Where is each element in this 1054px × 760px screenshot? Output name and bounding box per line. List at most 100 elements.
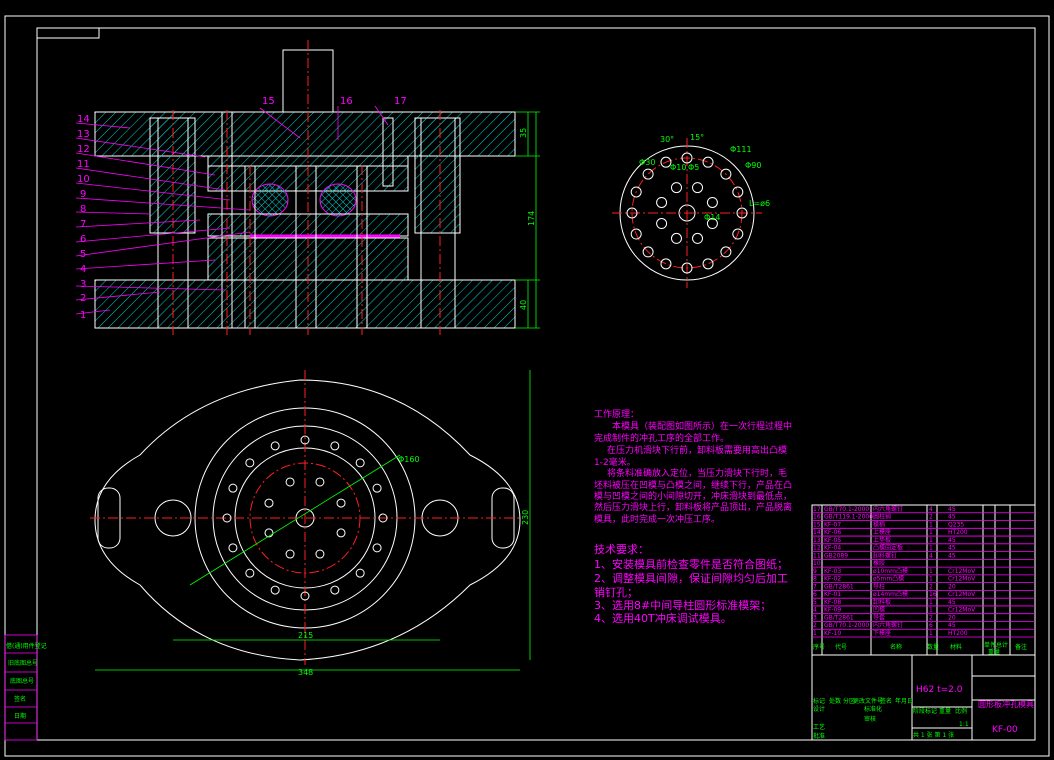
bom-cell: 橡胶 [873,559,885,567]
dim-d30: Φ30 [639,158,655,167]
bom-cell: Cr12MoV [948,568,976,575]
bom-cell: 1 [929,576,933,583]
bom-cell: GB2089 [824,552,848,559]
part-label: 7 [80,219,86,230]
bom-cell: 1 [929,521,933,528]
bom-cell: KF-06 [824,529,841,536]
bom-header: 序号 [813,643,825,651]
note-line: 本模具（装配图如图所示）在一次行程过程中 [612,420,792,432]
bom-cell: 45 [948,552,956,559]
bom-cell: KF-09 [824,607,841,614]
bom-cell: KF-03 [824,568,841,575]
bom-cell: KF-02 [824,576,841,583]
bom-cell: Q235 [948,521,964,528]
bom-cell: 圆柱销 [873,513,891,521]
bom-cell: 6 [813,591,817,598]
scale: 1:1 [959,721,969,728]
stage-header: 阶段标记 [913,707,937,715]
bom-cell: 1 [929,607,933,614]
bom-cell: GB/T119.1-2000 [824,514,873,521]
bom-weight-label: 重量 [988,648,1000,656]
revision-header: 签名 [880,697,892,705]
bom-cell: 4 [929,552,933,559]
bom-cell: 卸料板 [873,598,891,606]
dim-angle-30: 30° [660,135,674,144]
bom-cell: 2 [929,583,933,590]
bom-cell: KF-10 [824,630,841,637]
bom-cell: Cr12MoV [948,591,976,598]
bom-cell: 14 [813,529,821,536]
note-line: 将条料准确放入定位，当压力滑块下行时，毛 [607,467,787,479]
bom-cell: KF-08 [824,599,841,606]
dim-215: 215 [298,631,313,640]
part-label: 17 [394,96,407,107]
bom-cell: 内六角螺钉 [873,505,903,513]
sign-label: 工艺 [813,723,825,731]
bom-cell: KF-01 [824,591,841,598]
dim-angle-15: 15° [690,133,704,142]
part-label: 4 [80,264,86,275]
bom-cell: 1 [929,630,933,637]
bom-cell: Cr12MoV [948,576,976,583]
bom-cell: 6 [929,622,933,629]
tech-req-line: 销钉孔； [594,585,638,599]
note-line: 然后压力滑块上行，卸料板将产品顶出，产品脱离 [594,501,792,513]
bom-cell: 模柄 [873,520,885,528]
part-label: 2 [80,293,86,304]
note-line: 完成制件的冲孔工序的全部工作。 [594,432,729,444]
bom-cell: 8 [813,576,817,583]
part-label: 3 [80,279,86,290]
sign-label: 标准化 [864,705,882,713]
bom-cell: 7 [813,583,817,590]
bom-cell: KF-04 [824,545,841,552]
bom-cell: 11 [813,552,821,559]
bom-cell: 上垫板 [873,536,891,544]
revision-header: 处数 [829,697,841,705]
part-label: 15 [262,96,275,107]
sign-label: 批准 [813,732,825,740]
part-label: 14 [77,114,90,125]
bom-cell: GB/T2861 [824,583,854,590]
revision-header: 更改文件号 [853,697,883,705]
sign-label: 审核 [864,715,876,723]
side-label: 底图总号 [10,677,34,685]
bom-cell: 2 [929,514,933,521]
bom-cell: HT200 [948,529,968,536]
bom-cell: 45 [948,599,956,606]
tech-req-line: 3、选用8#中间导柱圆形标准模架； [594,598,771,612]
material-spec: H62 t=2.0 [916,685,963,695]
section-dimensions: 35 174 40 [519,128,536,310]
bom-cell: 9 [813,568,817,575]
side-label: 旧底图总号 [8,659,38,667]
part-label: 5 [80,249,86,260]
bom-header: 材料 [950,643,962,651]
bom-cell: 卸料螺钉 [873,551,897,559]
part-label: 1 [80,310,86,321]
dim-d111: Φ111 [730,145,752,154]
tech-req-title: 技术要求： [594,543,649,556]
bom-headers: 序号 代号 名称 数量 材料 单件 总计 备注 重量 [813,641,1027,656]
dim-40: 40 [519,300,528,310]
bom-cell: 45 [948,506,956,513]
bom-cell: 15 [813,521,821,528]
dim-d160: Φ160 [398,455,420,464]
bom-cell: ø10mm凸模 [873,567,908,575]
part-labels: 1 2 3 4 5 6 7 8 9 10 11 12 13 14 15 16 1… [77,96,407,321]
technical-requirements: 技术要求： 1、安装模具前检查零件是否符合图纸； 2、调整模具间隙，保证间隙均匀… [594,543,788,625]
bom-cell: HT200 [948,630,968,637]
bom-header: 代号 [835,643,847,651]
plan-dimensions: Φ160 230 215 348 [298,455,530,677]
part-label: 9 [80,189,86,200]
part-label: 11 [77,159,90,170]
bom-cell: 16 [813,514,821,521]
bom-cell: ø14mm凸模 [873,590,908,598]
tech-req-line: 2、调整模具间隙，保证间隙均匀后加工 [594,571,788,585]
bom-cell: 1 [929,529,933,536]
bom-cell: 45 [948,622,956,629]
bom-cell: 5 [813,599,817,606]
title-block: H62 t=2.0 圆形板冲孔模具 KF-00 标记 处数 分区 更改文件号 签… [813,685,1034,740]
dim-hole-length: L=ø6 [749,199,770,208]
detail-dimensions: 30° 15° Φ111 Φ30 Φ10 Φ5 Φ90 Φ14 L=ø6 [639,133,770,222]
side-label: 日期 [14,712,26,720]
bom-cell: 12 [813,545,821,552]
